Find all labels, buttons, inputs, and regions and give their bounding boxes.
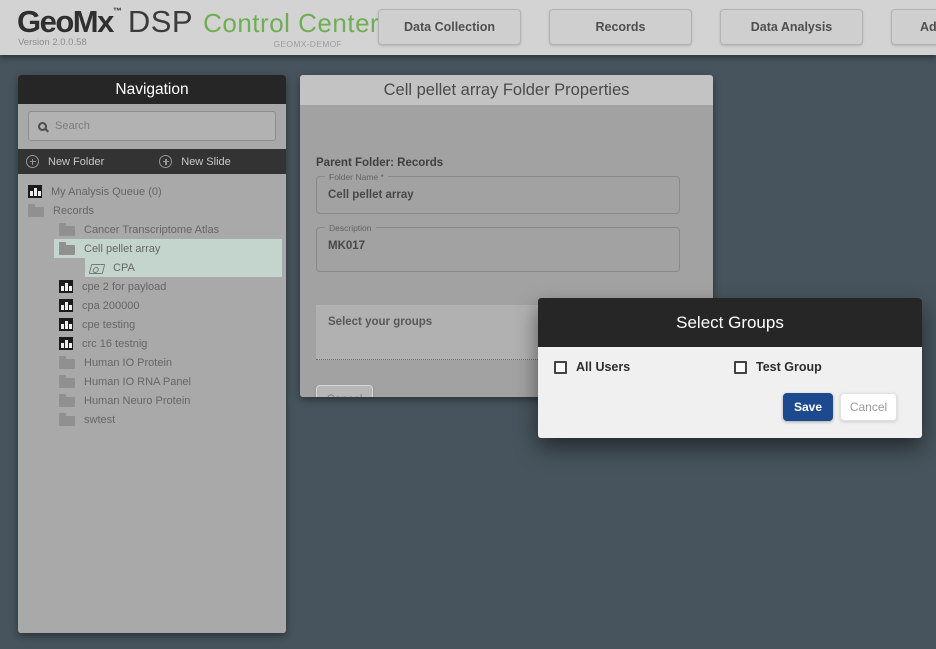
tree-item-label: CPA [113, 262, 135, 274]
save-button[interactable]: Save [783, 393, 833, 421]
app-logo: GeoMx™ DSP Control Center [17, 4, 379, 40]
new-slide-button[interactable]: New Slide [159, 155, 231, 168]
plus-circle-icon [159, 155, 172, 168]
tree-item-label: Records [53, 205, 94, 217]
tree-item-icon [59, 318, 73, 331]
folder-name-field-label: Folder Name * [325, 172, 388, 182]
group-checkbox-list: All Users Test Group [554, 360, 914, 374]
tree-item-icon [59, 416, 75, 426]
tree-item[interactable]: cpe 2 for payload [54, 277, 282, 296]
new-slide-label: New Slide [181, 156, 231, 168]
tree-item-icon [59, 378, 75, 388]
tree-item[interactable]: cpa 200000 [54, 296, 282, 315]
group-checkbox-item[interactable]: Test Group [734, 360, 914, 374]
tree-item[interactable]: Human IO RNA Panel [54, 372, 282, 391]
tree-item-icon [28, 207, 44, 217]
tree-item[interactable]: My Analysis Queue (0) [23, 182, 282, 201]
modal-cancel-button[interactable]: Cancel [840, 393, 897, 421]
search-section [18, 104, 286, 149]
parent-folder-label: Parent Folder: Records [316, 157, 443, 169]
properties-cancel-button[interactable]: Cancel [316, 385, 373, 397]
logo-brand: GeoMx [17, 4, 113, 39]
checkbox-icon[interactable] [734, 361, 747, 374]
tree-item[interactable]: swtest [54, 410, 282, 429]
group-checkbox-item[interactable]: All Users [554, 360, 734, 374]
search-icon [38, 122, 47, 131]
folder-properties-title: Cell pellet array Folder Properties [300, 75, 713, 105]
search-box[interactable] [28, 111, 276, 141]
tree-item-label: My Analysis Queue (0) [51, 186, 162, 198]
tree-item[interactable]: Records [23, 201, 282, 220]
tree-item-label: cpe testing [82, 319, 135, 331]
tree-item[interactable]: Cancer Transcriptome Atlas [54, 220, 282, 239]
tree-item-icon [59, 337, 73, 350]
navigation-panel-title: Navigation [18, 75, 286, 104]
groups-select-placeholder: Select your groups [328, 316, 432, 328]
logo-product: DSP [128, 4, 193, 39]
tree-item-icon [59, 226, 75, 236]
tree-item[interactable]: Human Neuro Protein [54, 391, 282, 410]
group-checkbox-label: Test Group [756, 360, 822, 374]
tree-item-icon [59, 359, 75, 369]
tree-item-label: Human IO Protein [84, 357, 172, 369]
new-folder-button[interactable]: New Folder [26, 155, 104, 168]
tree-item-icon [59, 397, 75, 407]
version-label: Version 2.0.0.58 [18, 37, 87, 48]
new-folder-label: New Folder [48, 156, 104, 168]
folder-tree: My Analysis Queue (0) Records Cancer Tra… [18, 174, 286, 633]
tree-item[interactable]: crc 16 testnig [54, 334, 282, 353]
select-groups-modal: Select Groups All Users Test Group Save … [538, 298, 922, 438]
tree-item-icon [59, 245, 75, 255]
top-nav-button[interactable]: Data Collection [378, 9, 521, 45]
description-field-label: Description [325, 223, 376, 233]
tree-item-icon [59, 299, 73, 312]
tree-item-icon [59, 280, 73, 293]
tree-item-label: Human IO RNA Panel [84, 376, 191, 388]
app-header: GeoMx™ DSP Control Center Version 2.0.0.58… [0, 0, 936, 55]
select-groups-modal-body: All Users Test Group Save Cancel [538, 347, 922, 438]
tree-item-label: Cell pellet array [84, 243, 160, 255]
top-nav: Data Collection Records Data Analysis Ad [378, 9, 936, 45]
tree-item-icon [89, 264, 105, 274]
tree-item-label: Cancer Transcriptome Atlas [84, 224, 219, 236]
modal-button-row: Save Cancel [783, 393, 897, 421]
top-nav-button[interactable]: Data Analysis [720, 9, 863, 45]
tree-item-label: cpe 2 for payload [82, 281, 166, 293]
tree-item[interactable]: CPA [85, 258, 282, 277]
tree-item-label: Human Neuro Protein [84, 395, 190, 407]
top-nav-button[interactable]: Ad [891, 9, 936, 45]
new-item-bar: New Folder New Slide [18, 149, 286, 174]
logo-trademark: ™ [113, 6, 122, 16]
select-groups-modal-title: Select Groups [538, 298, 922, 347]
instrument-label: GEOMX-DEMOF [250, 39, 342, 49]
top-nav-button[interactable]: Records [549, 9, 692, 45]
tree-item-label: cpa 200000 [82, 300, 140, 312]
tree-item[interactable]: Human IO Protein [54, 353, 282, 372]
tree-item-label: crc 16 testnig [82, 338, 147, 350]
navigation-panel: Navigation New Folder New Slide My Analy… [18, 75, 286, 633]
search-input[interactable] [55, 120, 266, 132]
tree-item[interactable]: Cell pellet array [54, 239, 282, 258]
group-checkbox-label: All Users [576, 360, 630, 374]
tree-item[interactable]: cpe testing [54, 315, 282, 334]
checkbox-icon[interactable] [554, 361, 567, 374]
folder-name-field[interactable]: Folder Name * Cell pellet array [316, 176, 680, 214]
description-field[interactable]: Description MK017 [316, 227, 680, 272]
logo-suite: Control Center [203, 8, 379, 38]
plus-circle-icon [26, 155, 39, 168]
tree-item-icon [28, 185, 42, 198]
tree-item-label: swtest [84, 414, 115, 426]
